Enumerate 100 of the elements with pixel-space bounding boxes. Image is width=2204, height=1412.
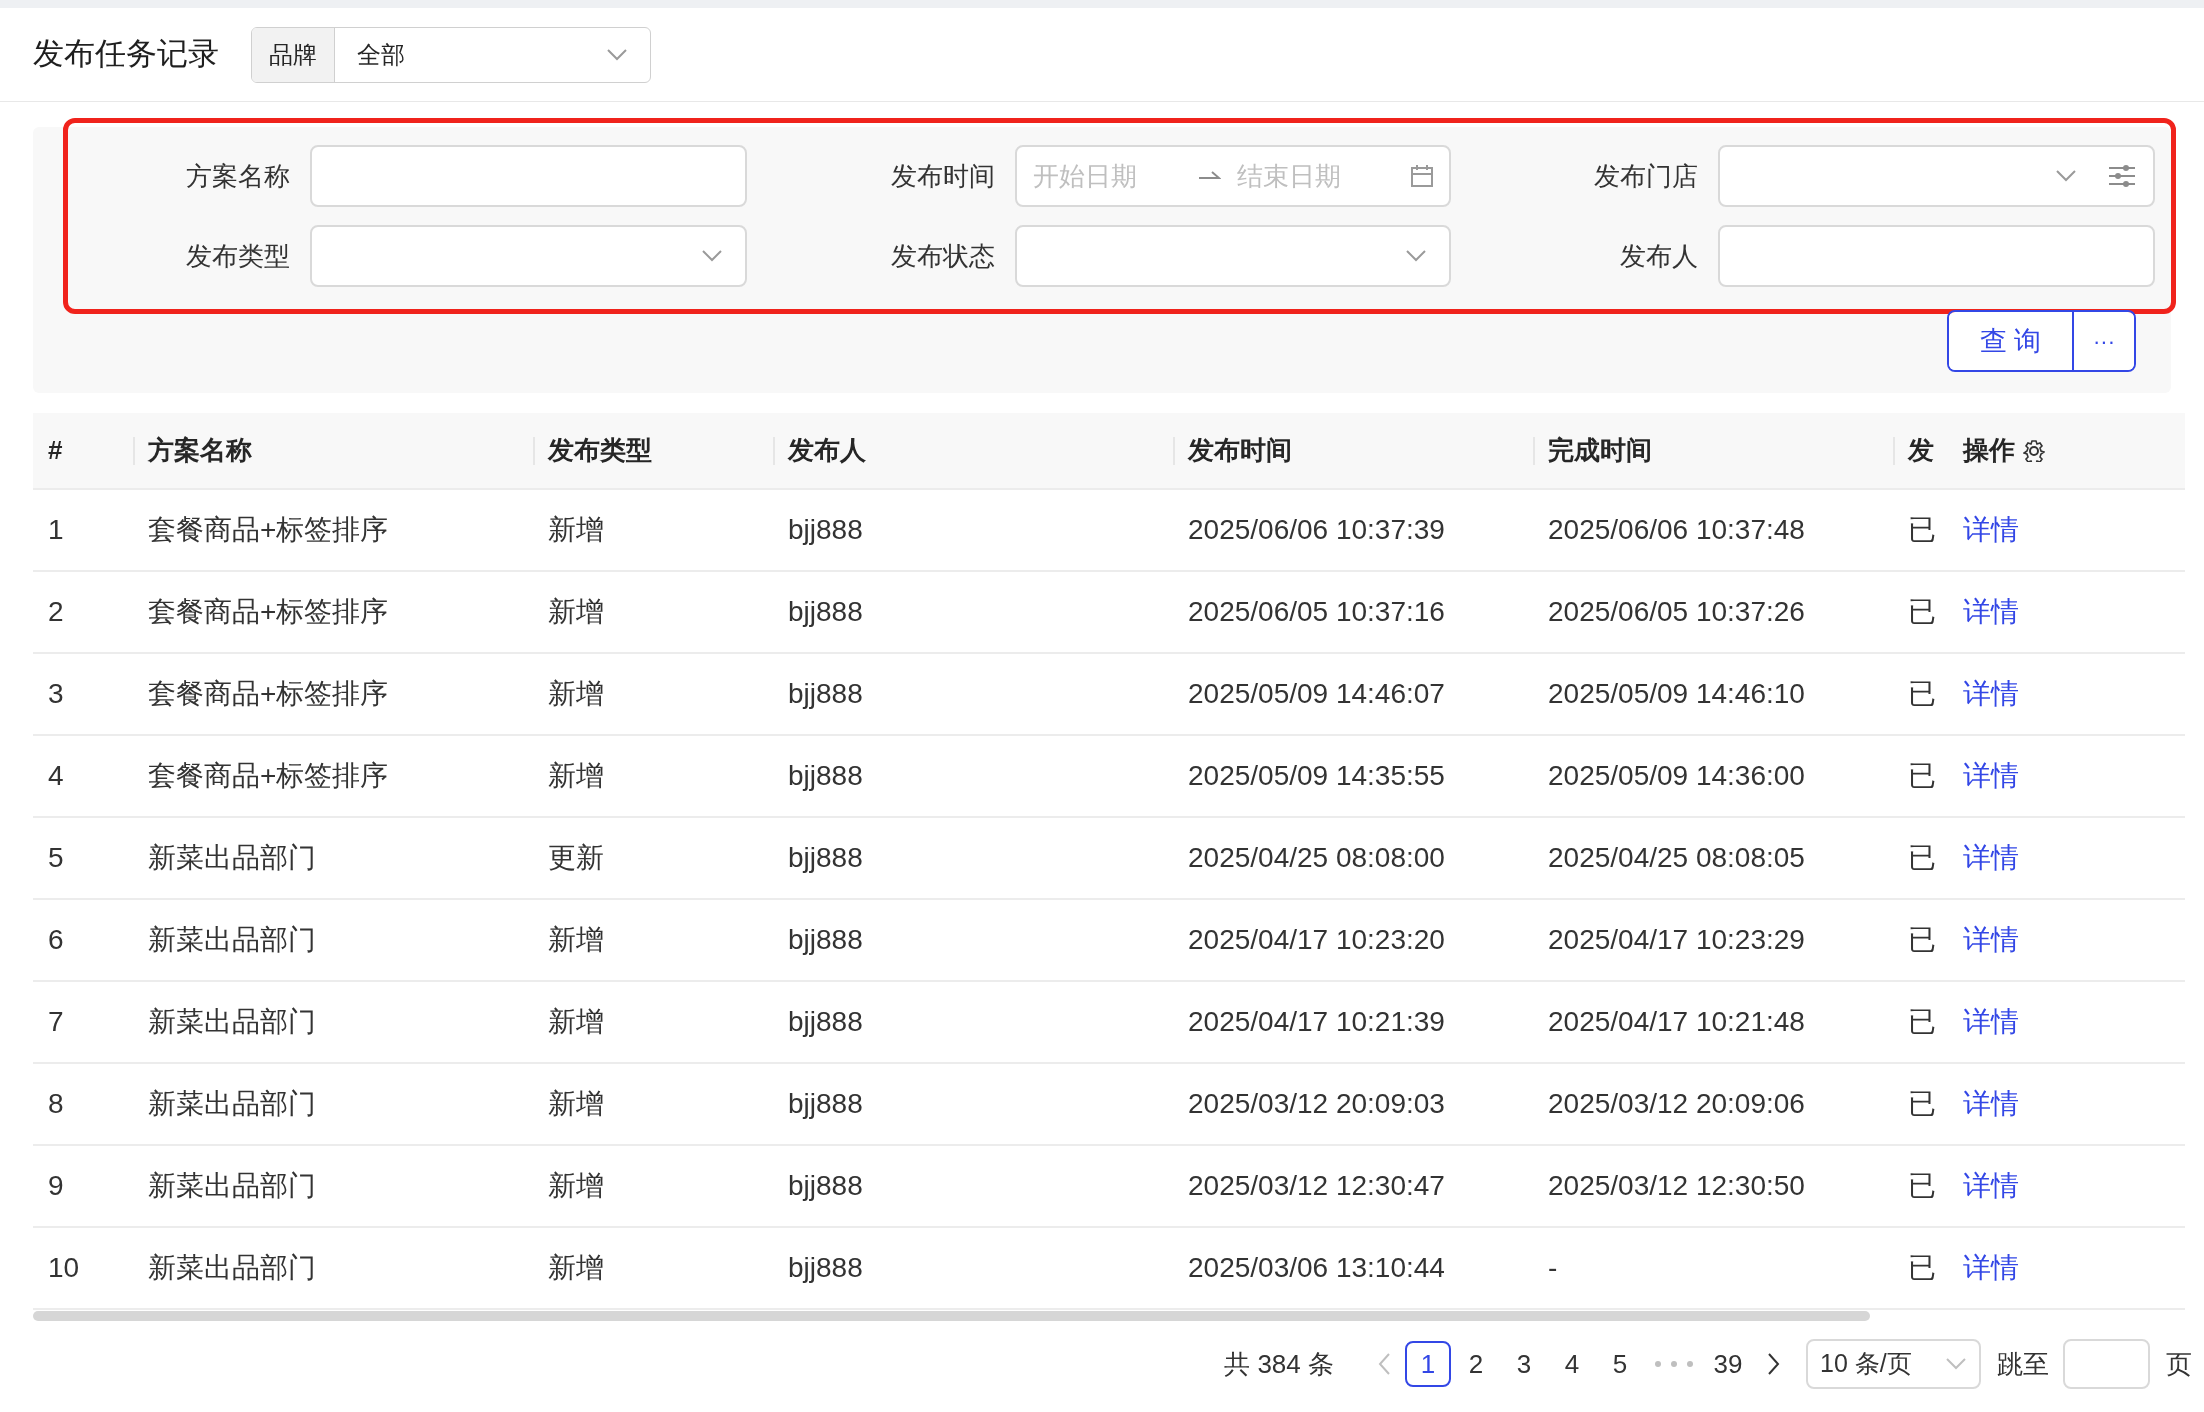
column-header: 发 [1908, 434, 1934, 467]
chevron-down-icon [2055, 169, 2077, 183]
text-field[interactable] [310, 145, 747, 207]
query-button[interactable]: 查 询 [1949, 312, 2074, 370]
text-field[interactable] [1718, 225, 2155, 287]
table-cell: 8 [48, 1088, 64, 1119]
table-cell: 已 [1908, 514, 1936, 545]
column-header: 方案名称 [148, 434, 252, 467]
brand-label: 品牌 [252, 27, 335, 82]
table-cell: 已 [1908, 1088, 1936, 1119]
table-cell: 新菜出品部门 [148, 842, 316, 873]
table-cell: 已 [1908, 1252, 1936, 1283]
table-cell: 3 [48, 678, 64, 709]
column-header: 发布类型 [548, 434, 652, 467]
details-link[interactable]: 详情 [1963, 596, 2019, 627]
table-cell: 新增 [548, 1170, 604, 1201]
table-cell: 9 [48, 1170, 64, 1201]
table-cell: 2025/05/09 14:35:55 [1188, 760, 1445, 791]
column-header: 操作 [1963, 434, 2015, 467]
sliders-icon [2109, 165, 2135, 187]
table-cell: 2025/05/09 14:46:07 [1188, 678, 1445, 709]
table-cell: 2025/06/06 10:37:39 [1188, 514, 1445, 545]
jump-label: 跳至 [1997, 1347, 2049, 1381]
table-cell: 2025/04/17 10:23:20 [1188, 924, 1445, 955]
table-cell: 新增 [548, 596, 604, 627]
column-header: 发布人 [788, 434, 866, 467]
table-cell: 已 [1908, 596, 1936, 627]
table-cell: bjj888 [788, 678, 863, 709]
end-date-input[interactable]: 结束日期 [1237, 156, 1387, 196]
page-button[interactable]: 39 [1705, 1341, 1751, 1387]
table-cell: 2025/04/25 08:08:05 [1548, 842, 1805, 873]
table-cell: bjj888 [788, 842, 863, 873]
details-link[interactable]: 详情 [1963, 924, 2019, 955]
page-button[interactable]: 5 [1597, 1341, 1643, 1387]
table-cell: 2025/06/05 10:37:26 [1548, 596, 1805, 627]
settings-icon [2023, 439, 2045, 462]
chevron-down-icon [606, 47, 628, 62]
table-cell: 新增 [548, 678, 604, 709]
brand-select[interactable]: 品牌 全部 [251, 26, 651, 83]
table-cell: 新菜出品部门 [148, 1006, 316, 1037]
table-cell: 7 [48, 1006, 64, 1037]
details-link[interactable]: 详情 [1963, 760, 2019, 791]
page-button[interactable]: 3 [1501, 1341, 1547, 1387]
table-cell: 套餐商品+标签排序 [148, 678, 389, 709]
table-cell: 2025/03/12 20:09:03 [1188, 1088, 1445, 1119]
table-cell: 新增 [548, 514, 604, 545]
details-link[interactable]: 详情 [1963, 1252, 2019, 1283]
filter-label: 发布状态 [890, 239, 996, 273]
table-cell: bjj888 [788, 514, 863, 545]
table-cell: 已 [1908, 760, 1936, 791]
table-cell: 2025/06/05 10:37:16 [1188, 596, 1445, 627]
table-cell: 新增 [548, 760, 604, 791]
date-range-field[interactable]: 开始日期 结束日期 [1015, 145, 1451, 207]
brand-value: 全部 [357, 39, 405, 70]
table-cell: 已 [1908, 1006, 1936, 1037]
table-cell: 2025/03/06 13:10:44 [1188, 1252, 1445, 1283]
select-field[interactable] [1015, 225, 1451, 287]
table-cell: 套餐商品+标签排序 [148, 514, 389, 545]
page-size-select[interactable]: 10 条/页 [1806, 1339, 1981, 1389]
store-select-field[interactable] [1718, 145, 2155, 207]
table-cell: 新增 [548, 1006, 604, 1037]
scrollbar[interactable] [33, 1311, 1870, 1321]
table-cell: 新菜出品部门 [148, 924, 316, 955]
more-button[interactable]: ··· [2074, 312, 2134, 370]
filter-label: 发布人 [1619, 239, 1699, 273]
page-input[interactable] [2063, 1339, 2150, 1389]
table-cell: 2025/03/12 20:09:06 [1548, 1088, 1805, 1119]
table-cell: 已 [1908, 924, 1936, 955]
page-size-value: 10 条/页 [1820, 1348, 1912, 1380]
table-cell: - [1548, 1252, 1558, 1283]
select-field[interactable] [310, 225, 747, 287]
table-cell: 4 [48, 760, 64, 791]
table-cell: bjj888 [788, 924, 863, 955]
page-button[interactable]: 4 [1549, 1341, 1595, 1387]
details-link[interactable]: 详情 [1963, 1006, 2019, 1037]
details-link[interactable]: 详情 [1963, 1088, 2019, 1119]
filter-label: 方案名称 [185, 159, 291, 193]
page-button[interactable]: 1 [1405, 1341, 1451, 1387]
details-link[interactable]: 详情 [1963, 678, 2019, 709]
table-cell: 新菜出品部门 [148, 1252, 316, 1283]
table-cell: bjj888 [788, 596, 863, 627]
table-cell: bjj888 [788, 1170, 863, 1201]
page-suffix: 页 [2166, 1347, 2192, 1381]
chevron-down-icon [1945, 1357, 1967, 1371]
table-cell: 2025/05/09 14:46:10 [1548, 678, 1805, 709]
table-cell: 新菜出品部门 [148, 1170, 316, 1201]
page-button[interactable]: 2 [1453, 1341, 1499, 1387]
table-cell: 2025/03/12 12:30:47 [1188, 1170, 1445, 1201]
start-date-input[interactable]: 开始日期 [1033, 156, 1183, 196]
table-cell: 10 [48, 1252, 80, 1283]
details-link[interactable]: 详情 [1963, 514, 2019, 545]
table-cell: 2025/04/17 10:21:39 [1188, 1006, 1445, 1037]
chevron-down-icon [701, 249, 723, 263]
details-link[interactable]: 详情 [1963, 1170, 2019, 1201]
table-cell: 新增 [548, 1252, 604, 1283]
ellipsis-icon [1654, 1360, 1694, 1368]
table-cell: 更新 [548, 842, 604, 873]
calendar-icon [1411, 165, 1433, 187]
table-cell: 1 [48, 514, 64, 545]
details-link[interactable]: 详情 [1963, 842, 2019, 873]
